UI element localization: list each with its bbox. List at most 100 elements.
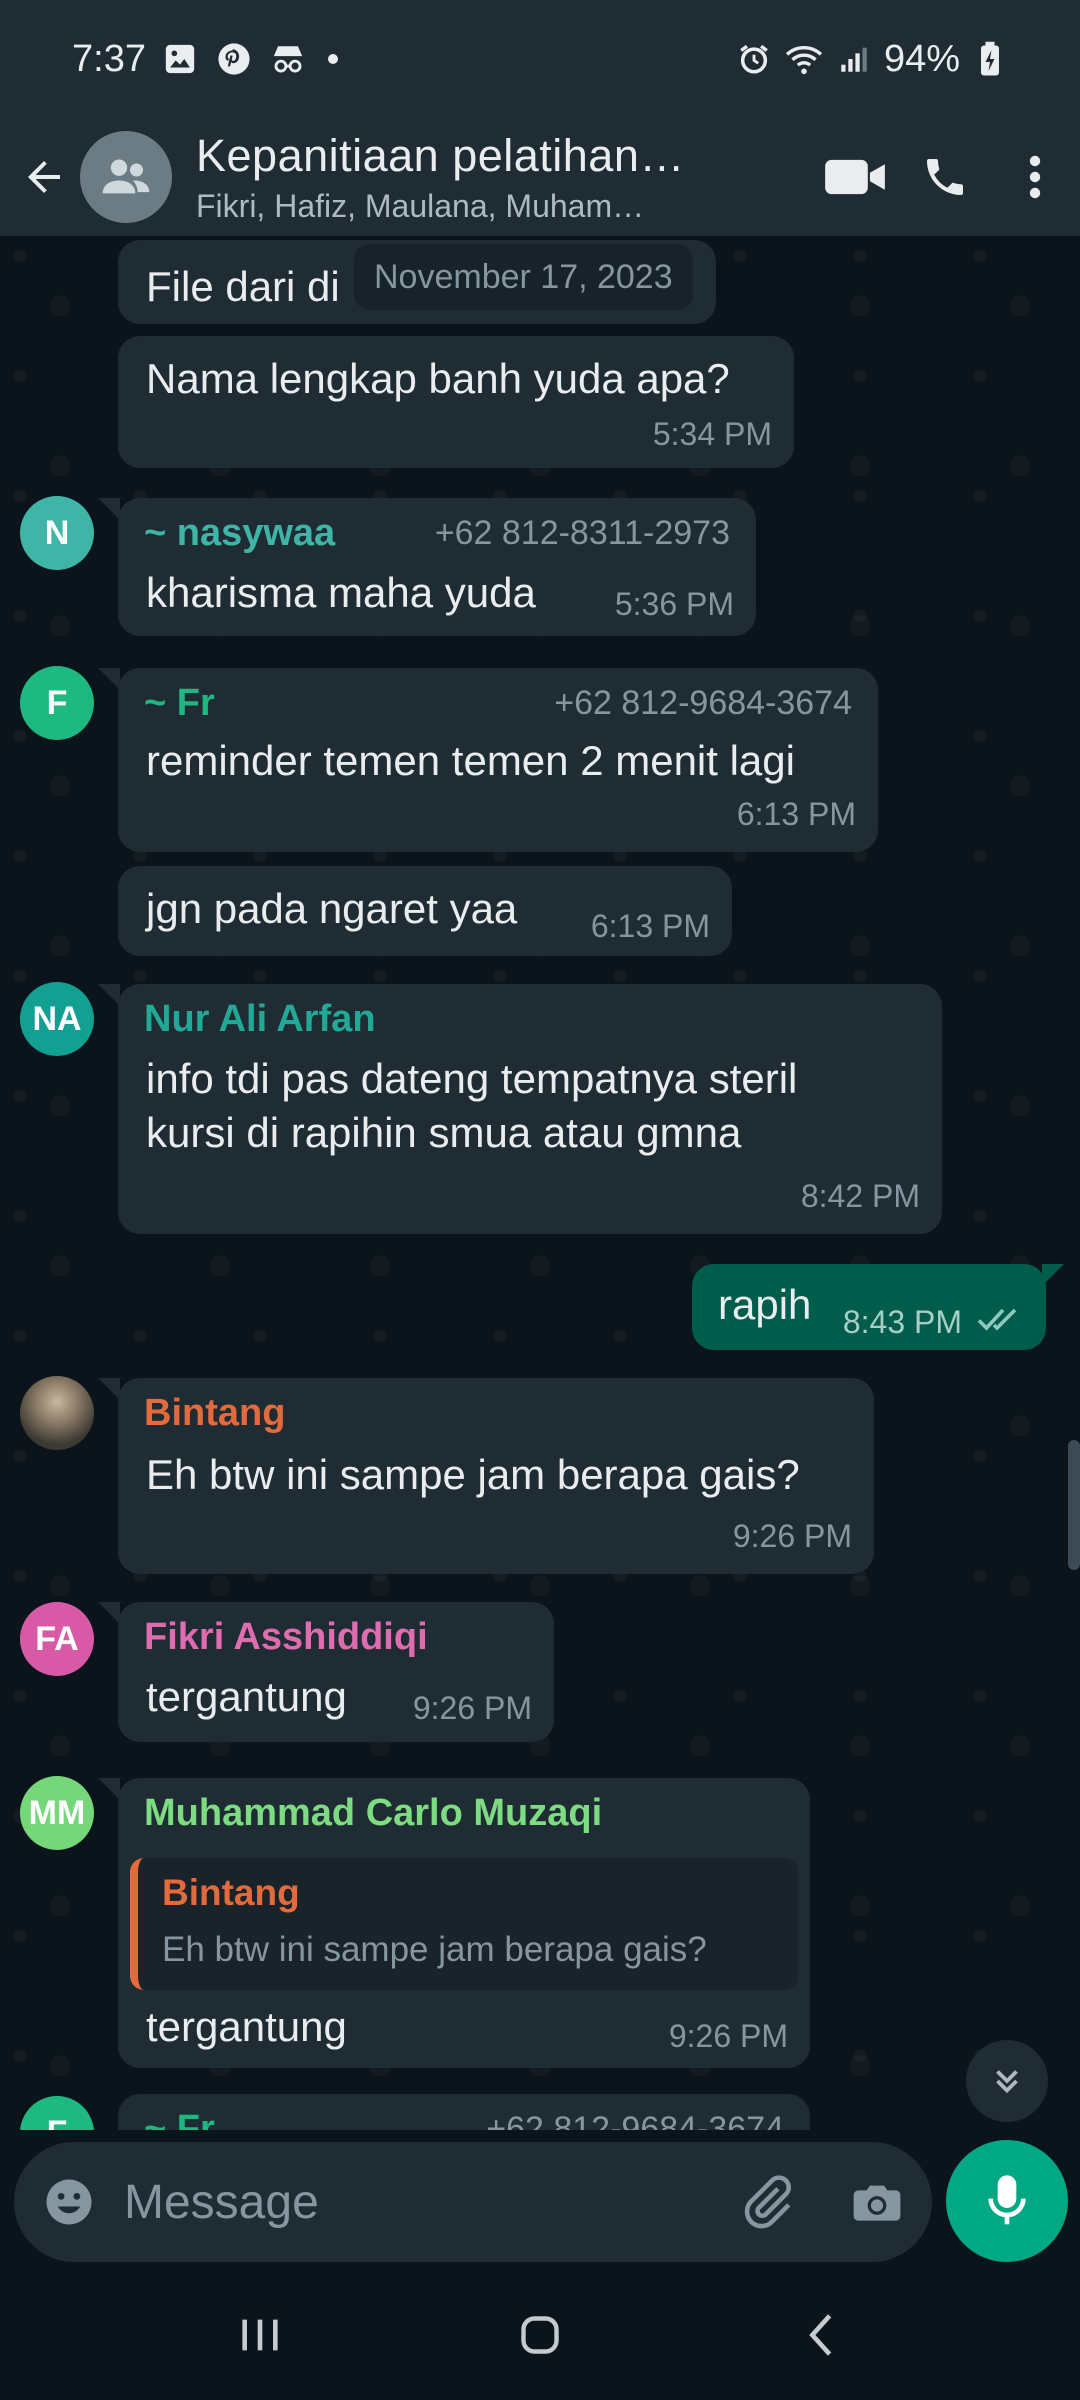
sender-name[interactable]: Nur Ali Arfan [144,998,376,1041]
message-time: 9:26 PM [732,1518,852,1554]
alarm-icon [734,39,774,79]
sender-name[interactable]: ~ Fr [144,2108,215,2130]
read-receipt-icon [977,1308,1017,1331]
message-bubble[interactable]: Bintang Eh btw ini sampe jam berapa gais… [118,1378,874,1574]
message-text-line: kursi di rapihin smua atau gmna [146,1109,742,1156]
system-nav-bar [0,2270,1080,2400]
video-call-button[interactable] [810,118,900,236]
system-back-button[interactable] [760,2285,880,2385]
message-text-line: info tdi pas dateng tempatnya steril [146,1055,798,1102]
message-text: jgn pada ngaret yaa [146,885,518,932]
group-info[interactable]: Kepanitiaan pelatihan… Fikri, Hafiz, Mau… [196,130,716,225]
sender-name[interactable]: Muhammad Carlo Muzaqi [144,1792,602,1835]
emoji-button[interactable] [14,2142,124,2262]
wifi-icon [784,39,824,79]
quoted-message[interactable]: Bintang Eh btw ini sampe jam berapa gais… [130,1858,798,1990]
avatar[interactable]: F [20,2096,94,2130]
message-bubble[interactable]: Fikri Asshiddiqi tergantung 9:26 PM [118,1602,554,1742]
recent-apps-button[interactable] [200,2285,320,2385]
sender-name[interactable]: Bintang [144,1392,285,1435]
chat-messages[interactable]: File dari di November 17, 2023 Nama leng… [0,236,1080,2130]
message-bubble[interactable]: jgn pada ngaret yaa 6:13 PM [118,866,732,956]
status-time: 7:37 [72,37,146,80]
quoted-text: Eh btw ini sampe jam berapa gais? [162,1930,707,1969]
status-right: 94% [734,38,1010,81]
message-bubble[interactable]: ~ nasywaa +62 812-8311-2973 kharisma mah… [118,498,756,636]
bubble-tail [1042,1264,1064,1286]
quoted-sender: Bintang [162,1872,300,1913]
date-chip: November 17, 2023 [354,244,693,310]
bubble-tail [98,498,120,520]
battery-percent: 94% [883,37,960,80]
sender-name[interactable]: ~ nasywaa [144,512,335,555]
phone-icon [927,159,963,195]
double-chevron-down-icon [996,2070,1018,2094]
bubble-tail [98,1378,120,1400]
group-members: Fikri, Hafiz, Maulana, Muham… [196,187,645,224]
message-time: 5:36 PM [614,586,734,622]
avatar-photo[interactable] [20,1376,94,1450]
scroll-indicator[interactable] [1068,1440,1080,1570]
message-time: 5:34 PM [652,416,772,452]
group-avatar[interactable] [80,131,172,223]
chevron-left-icon [809,2314,832,2356]
camera-button[interactable] [822,2142,932,2262]
sender-name[interactable]: ~ Fr [144,682,215,725]
back-button[interactable] [2,118,86,236]
microphone-icon [988,2175,1026,2225]
message-input[interactable]: Message [14,2142,932,2262]
avatar[interactable]: N [20,496,94,570]
group-name: Kepanitiaan pelatihan… [196,129,685,181]
voice-message-button[interactable] [946,2140,1068,2262]
message-text: tergantung [146,1673,347,1720]
avatar[interactable]: FA [20,1602,94,1676]
paperclip-icon [744,2175,791,2229]
header-actions [810,118,1080,236]
message-bubble[interactable]: ~ Fr +62 812-9684-3674 [118,2094,810,2130]
more-vert-icon [1029,155,1041,199]
video-camera-icon [825,159,885,195]
sender-phone: +62 812-8311-2973 [434,514,730,552]
message-time: 9:26 PM [668,2018,788,2054]
battery-charging-icon [970,39,1010,79]
message-text: Eh btw ini sampe jam berapa gais? [146,1451,800,1498]
message-text: rapih [718,1281,812,1328]
message-time: 8:42 PM [800,1178,920,1214]
message-time: 6:13 PM [590,908,710,944]
gallery-icon [160,39,200,79]
message-bubble[interactable]: Nama lengkap banh yuda apa? 5:34 PM [118,336,794,468]
voice-call-button[interactable] [900,118,990,236]
message-bubble[interactable]: Nur Ali Arfan info tdi pas dateng tempat… [118,984,942,1234]
scroll-to-bottom-button[interactable] [966,2040,1048,2122]
message-text: tergantung [146,2003,347,2050]
composer: Message [0,2130,1080,2270]
bubble-tail [98,984,120,1006]
emoji-icon [46,2179,92,2225]
status-left: 7:37 [72,38,338,81]
message-bubble[interactable]: Muhammad Carlo Muzaqi Bintang Eh btw ini… [118,1778,810,2068]
more-options-button[interactable] [990,118,1080,236]
pinterest-icon [214,39,254,79]
message-bubble[interactable]: ~ Fr +62 812-9684-3674 reminder temen te… [118,668,878,852]
sender-name[interactable]: Fikri Asshiddiqi [144,1616,428,1659]
avatar[interactable]: MM [20,1776,94,1850]
avatar[interactable]: F [20,666,94,740]
message-text: kharisma maha yuda [146,569,536,616]
arrow-left-icon [28,161,60,193]
message-placeholder: Message [124,2175,319,2229]
avatar[interactable]: NA [20,982,94,1056]
sender-phone: +62 812-9684-3674 [486,2110,784,2130]
message-time: 6:13 PM [736,796,856,832]
outgoing-message-bubble[interactable]: rapih 8:43 PM [692,1264,1046,1350]
message-text: File dari di [146,263,340,310]
bubble-tail [98,1778,120,1800]
message-time: 9:26 PM [412,1690,532,1726]
home-button[interactable] [480,2285,600,2385]
attach-button[interactable] [712,2142,822,2262]
camera-icon [853,2185,901,2221]
chat-header: Kepanitiaan pelatihan… Fikri, Hafiz, Mau… [0,118,1080,236]
sender-phone: +62 812-9684-3674 [554,684,852,722]
group-icon [102,159,150,194]
signal-icon [834,39,874,79]
bubble-tail [98,668,120,690]
